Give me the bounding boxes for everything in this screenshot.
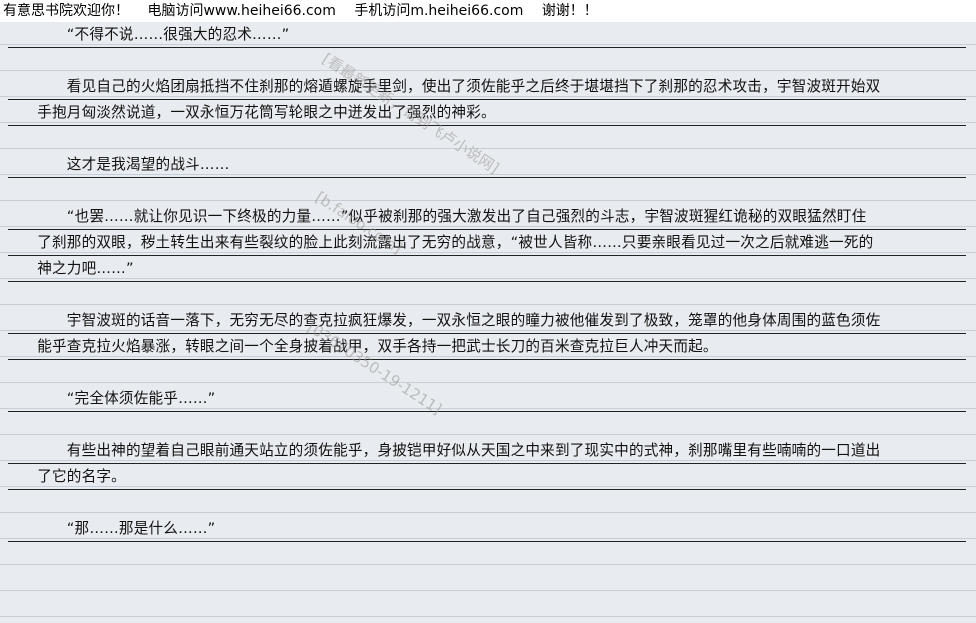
site-welcome: 有意思书院欢迎你！ [3, 3, 129, 19]
text-line: 了它的名字。 [8, 464, 966, 490]
text-line: 了刹那的双眼，秽土转生出来有些裂纹的脸上此刻流露出了无穷的战意，“被世人皆称……… [8, 230, 966, 256]
paragraph: 看见自己的火焰团扇抵挡不住刹那的熔遁螺旋手里剑，使出了须佐能乎之后终于堪堪挡下了… [8, 74, 966, 126]
thanks-text: 谢谢！！ [541, 3, 598, 19]
text-line: 神之力吧……” [8, 256, 966, 282]
text-line: “完全体须佐能乎……” [8, 386, 966, 412]
pc-link[interactable]: 电脑访问www.heihei66.com [147, 3, 335, 19]
chapter-text: “不得不说……很强大的忍术……” 看见自己的火焰团扇抵挡不住刹那的熔遁螺旋手里剑… [8, 22, 966, 568]
site-header: 有意思书院欢迎你！ 电脑访问www.heihei66.com 手机访问m.hei… [0, 0, 976, 22]
text-line: 看见自己的火焰团扇抵挡不住刹那的熔遁螺旋手里剑，使出了须佐能乎之后终于堪堪挡下了… [8, 74, 966, 100]
paragraph: “不得不说……很强大的忍术……” [8, 22, 966, 48]
text-line: 这才是我渴望的战斗…… [8, 152, 966, 178]
mobile-link[interactable]: 手机访问m.heihei66.com [354, 3, 523, 19]
text-line: 宇智波斑的话音一落下，无穷无尽的查克拉疯狂爆发，一双永恒之眼的瞳力被他催发到了极… [8, 308, 966, 334]
text-line: “那……那是什么……” [8, 516, 966, 542]
paragraph: “也罢……就让你见识一下终极的力量……”似乎被刹那的强大激发出了自己强烈的斗志，… [8, 204, 966, 282]
text-line: 能乎查克拉火焰暴涨，转眼之间一个全身披着战甲，双手各持一把武士长刀的百米查克拉巨… [8, 334, 966, 360]
text-line: “不得不说……很强大的忍术……” [8, 22, 966, 48]
paragraph: 有些出神的望着自己眼前通天站立的须佐能乎，身披铠甲好似从天国之中来到了现实中的式… [8, 438, 966, 490]
paragraph: 宇智波斑的话音一落下，无穷无尽的查克拉疯狂爆发，一双永恒之眼的瞳力被他催发到了极… [8, 308, 966, 360]
paragraph: “完全体须佐能乎……” [8, 386, 966, 412]
text-line: 手抱月匈淡然说道，一双永恒万花筒写轮眼之中迸发出了强烈的神彩。 [8, 100, 966, 126]
paragraph: “那……那是什么……” [8, 516, 966, 542]
text-line: “也罢……就让你见识一下终极的力量……”似乎被刹那的强大激发出了自己强烈的斗志，… [8, 204, 966, 230]
text-line: 有些出神的望着自己眼前通天站立的须佐能乎，身披铠甲好似从天国之中来到了现实中的式… [8, 438, 966, 464]
paragraph: 这才是我渴望的战斗…… [8, 152, 966, 178]
